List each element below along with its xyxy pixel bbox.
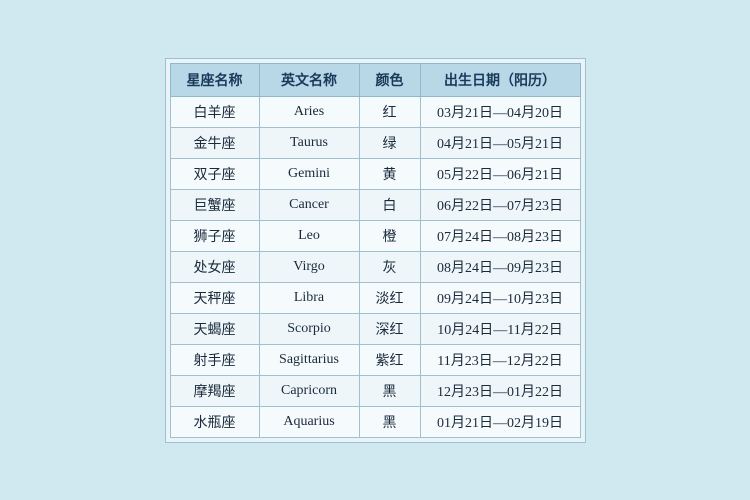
table-row: 白羊座Aries红03月21日—04月20日 [170,96,580,127]
cell-english: Aquarius [259,406,359,437]
cell-chinese: 处女座 [170,251,259,282]
cell-color: 淡红 [359,282,420,313]
cell-chinese: 狮子座 [170,220,259,251]
header-date: 出生日期（阳历） [420,63,580,96]
cell-color: 深红 [359,313,420,344]
table-row: 处女座Virgo灰08月24日—09月23日 [170,251,580,282]
cell-color: 灰 [359,251,420,282]
cell-english: Aries [259,96,359,127]
cell-date: 07月24日—08月23日 [420,220,580,251]
cell-chinese: 水瓶座 [170,406,259,437]
cell-color: 黄 [359,158,420,189]
table-row: 射手座Sagittarius紫红11月23日—12月22日 [170,344,580,375]
table-row: 水瓶座Aquarius黑01月21日—02月19日 [170,406,580,437]
cell-english: Virgo [259,251,359,282]
cell-english: Sagittarius [259,344,359,375]
table-row: 天秤座Libra淡红09月24日—10月23日 [170,282,580,313]
cell-date: 05月22日—06月21日 [420,158,580,189]
cell-color: 黑 [359,375,420,406]
cell-english: Gemini [259,158,359,189]
cell-color: 橙 [359,220,420,251]
table-row: 摩羯座Capricorn黑12月23日—01月22日 [170,375,580,406]
table-row: 巨蟹座Cancer白06月22日—07月23日 [170,189,580,220]
cell-chinese: 天秤座 [170,282,259,313]
table-row: 金牛座Taurus绿04月21日—05月21日 [170,127,580,158]
cell-date: 06月22日—07月23日 [420,189,580,220]
cell-color: 紫红 [359,344,420,375]
cell-english: Capricorn [259,375,359,406]
table-row: 双子座Gemini黄05月22日—06月21日 [170,158,580,189]
cell-date: 08月24日—09月23日 [420,251,580,282]
cell-chinese: 白羊座 [170,96,259,127]
cell-english: Leo [259,220,359,251]
cell-chinese: 射手座 [170,344,259,375]
table-row: 狮子座Leo橙07月24日—08月23日 [170,220,580,251]
cell-chinese: 天蝎座 [170,313,259,344]
cell-chinese: 金牛座 [170,127,259,158]
cell-color: 黑 [359,406,420,437]
header-color: 颜色 [359,63,420,96]
table-row: 天蝎座Scorpio深红10月24日—11月22日 [170,313,580,344]
cell-english: Taurus [259,127,359,158]
zodiac-table-wrapper: 星座名称 英文名称 颜色 出生日期（阳历） 白羊座Aries红03月21日—04… [165,58,586,443]
cell-chinese: 巨蟹座 [170,189,259,220]
cell-date: 12月23日—01月22日 [420,375,580,406]
cell-date: 11月23日—12月22日 [420,344,580,375]
cell-date: 03月21日—04月20日 [420,96,580,127]
cell-color: 绿 [359,127,420,158]
cell-date: 01月21日—02月19日 [420,406,580,437]
cell-color: 白 [359,189,420,220]
table-header-row: 星座名称 英文名称 颜色 出生日期（阳历） [170,63,580,96]
header-english: 英文名称 [259,63,359,96]
cell-date: 09月24日—10月23日 [420,282,580,313]
cell-english: Scorpio [259,313,359,344]
cell-date: 10月24日—11月22日 [420,313,580,344]
cell-english: Libra [259,282,359,313]
cell-chinese: 双子座 [170,158,259,189]
cell-color: 红 [359,96,420,127]
cell-date: 04月21日—05月21日 [420,127,580,158]
zodiac-table: 星座名称 英文名称 颜色 出生日期（阳历） 白羊座Aries红03月21日—04… [170,63,581,438]
cell-english: Cancer [259,189,359,220]
header-chinese: 星座名称 [170,63,259,96]
cell-chinese: 摩羯座 [170,375,259,406]
